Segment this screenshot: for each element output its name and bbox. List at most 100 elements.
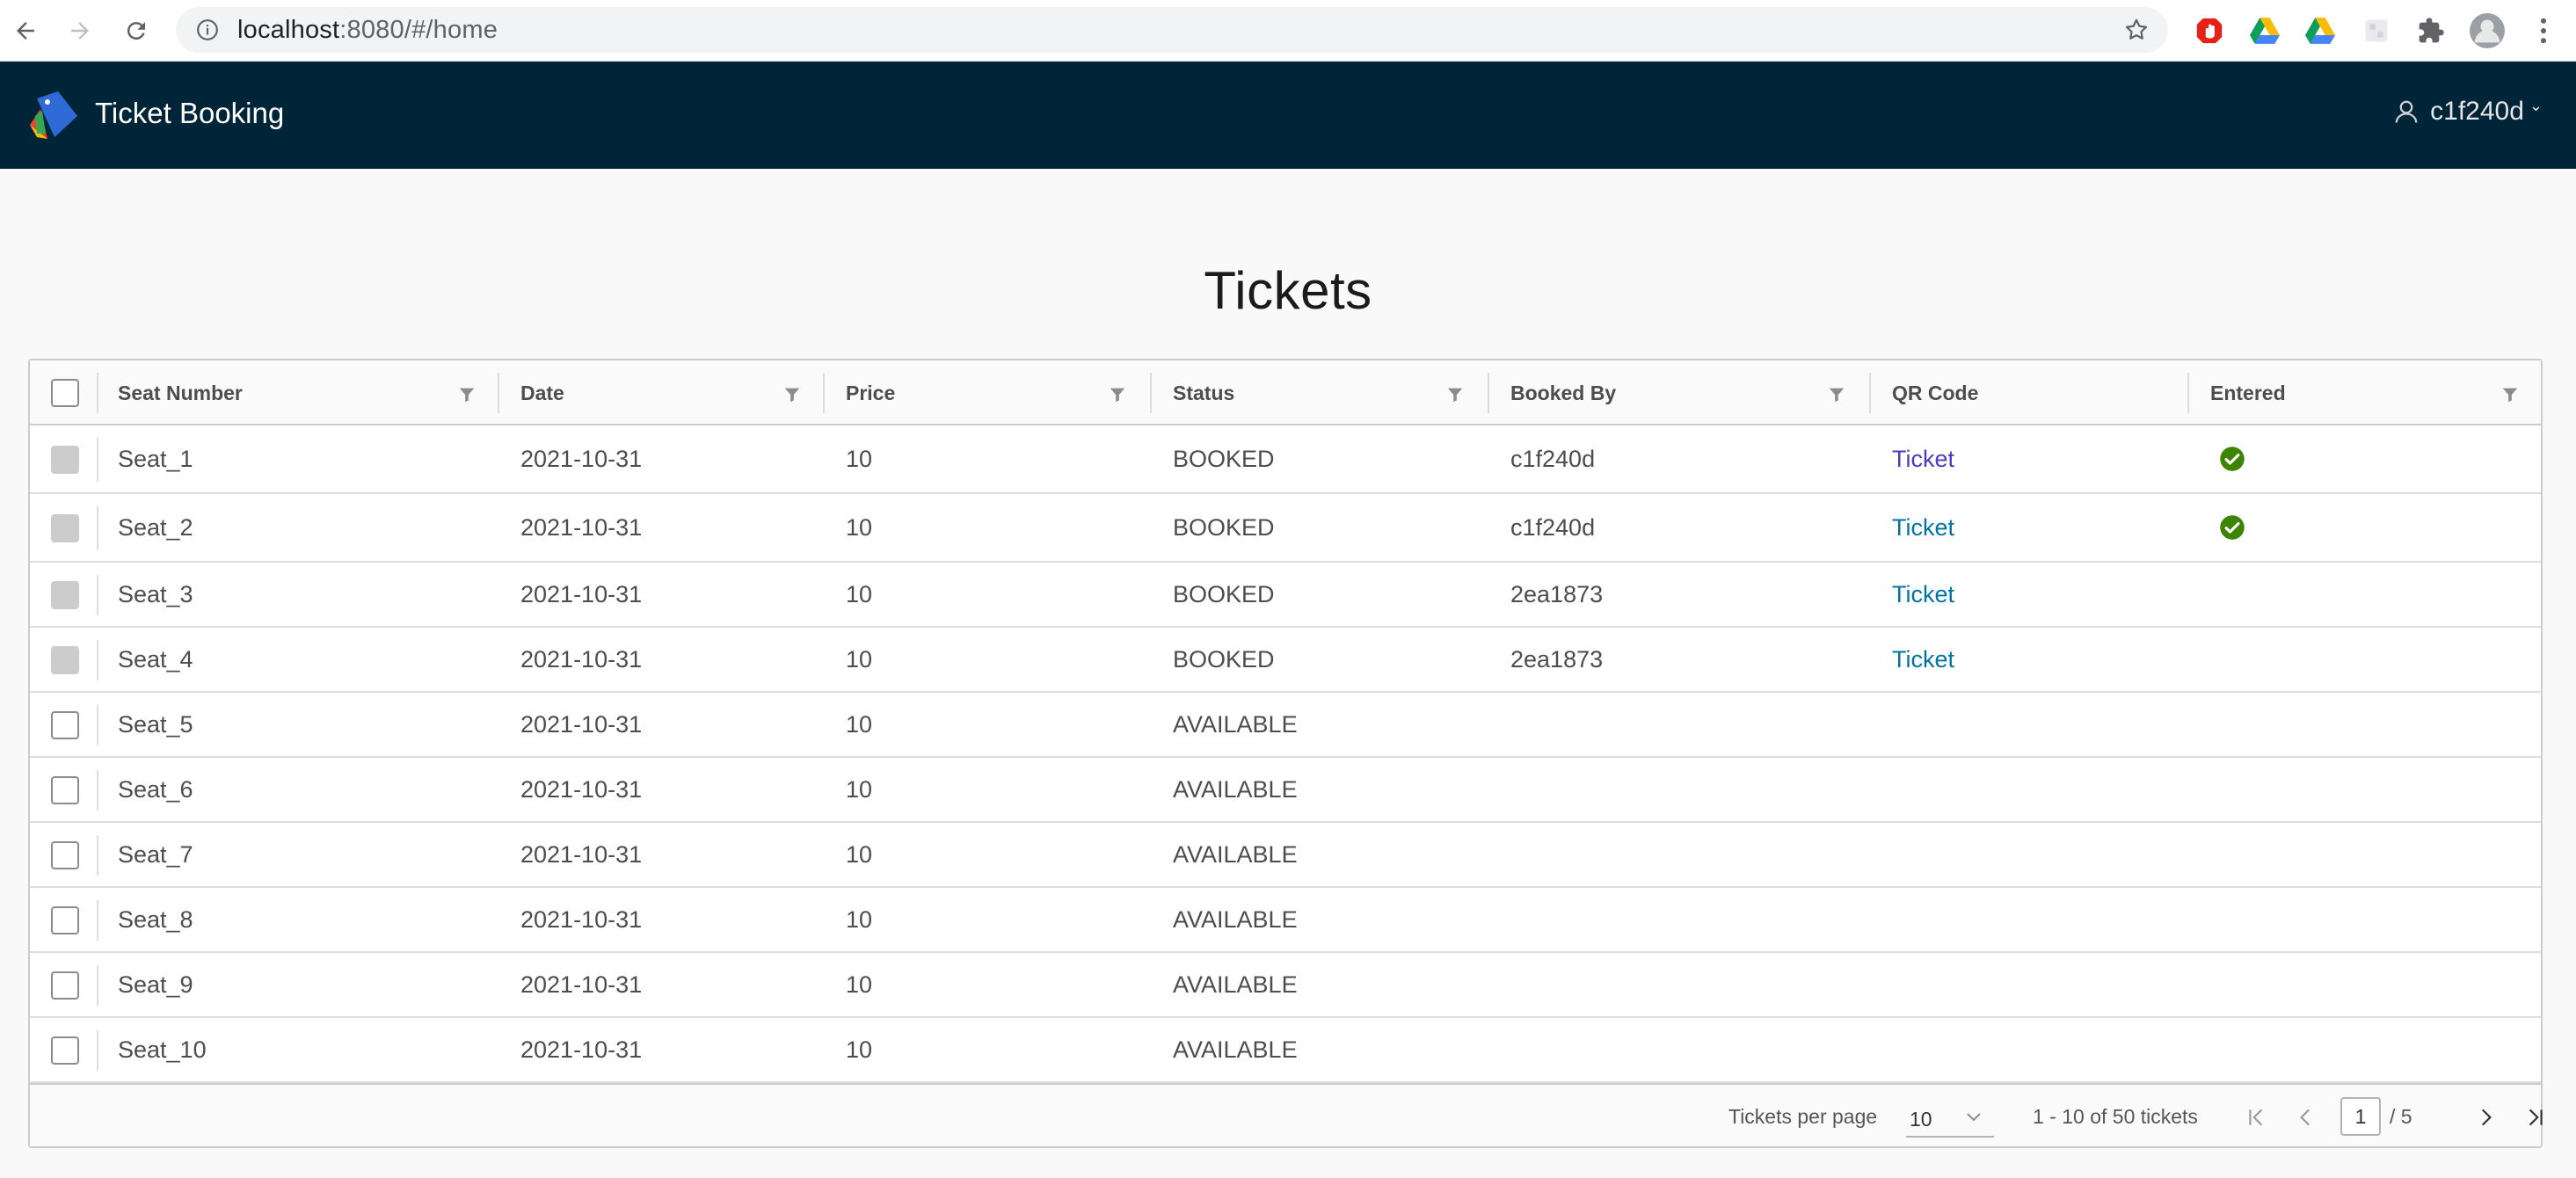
row-select-checkbox[interactable] xyxy=(51,1036,79,1065)
status-cell: BOOKED xyxy=(1173,645,1275,673)
seat-number-cell: Seat_4 xyxy=(118,645,193,673)
first-page-icon[interactable] xyxy=(2244,1104,2270,1131)
booked-by-cell: c1f240d xyxy=(1510,513,1596,541)
address-bar[interactable]: localhost:8080/#/home xyxy=(176,7,2168,53)
table-row: Seat_3 2021-10-31 10 BOOKED 2ea1873 Ticket xyxy=(30,563,2541,628)
seat-number-cell: Seat_8 xyxy=(118,905,193,933)
qr-code-link[interactable]: Ticket xyxy=(1892,628,1954,691)
row-select-checkbox xyxy=(51,646,79,674)
table-row: Seat_6 2021-10-31 10 AVAILABLE xyxy=(30,758,2541,823)
qr-code-link[interactable]: Ticket xyxy=(1892,494,1954,561)
total-pages: / 5 xyxy=(2390,1104,2412,1128)
filter-icon[interactable] xyxy=(1108,385,1127,404)
per-page-value: 10 xyxy=(1910,1107,1932,1131)
filter-icon[interactable] xyxy=(782,385,802,404)
forward-button[interactable] xyxy=(60,11,100,51)
current-page-input[interactable]: 1 xyxy=(2340,1097,2381,1136)
entered-check-icon xyxy=(2219,494,2245,561)
seat-number-cell: Seat_1 xyxy=(118,445,193,472)
date-cell: 2021-10-31 xyxy=(520,1036,643,1063)
filter-icon[interactable] xyxy=(1445,385,1465,404)
seat-number-cell: Seat_6 xyxy=(118,775,193,803)
adblock-extension-icon[interactable] xyxy=(2191,12,2228,49)
booked-by-cell: 2ea1873 xyxy=(1510,645,1604,673)
profile-avatar[interactable] xyxy=(2469,12,2506,49)
column-header-qr-code[interactable]: QR Code xyxy=(1892,360,1978,425)
price-cell: 10 xyxy=(846,971,873,998)
filter-icon[interactable] xyxy=(457,385,477,404)
table-row: Seat_9 2021-10-31 10 AVAILABLE xyxy=(30,953,2541,1018)
date-cell: 2021-10-31 xyxy=(520,710,643,738)
table-row: Seat_8 2021-10-31 10 AVAILABLE xyxy=(30,888,2541,953)
row-select-checkbox[interactable] xyxy=(51,776,79,804)
drive-extension-icon[interactable] xyxy=(2246,12,2283,49)
app-header: Ticket Booking c1f240d ⌄ xyxy=(0,62,2576,169)
reload-icon xyxy=(127,22,145,40)
status-cell: BOOKED xyxy=(1173,580,1275,607)
per-page-label: Tickets per page xyxy=(1728,1104,1878,1128)
qr-code-link[interactable]: Ticket xyxy=(1892,425,1954,492)
seat-number-cell: Seat_7 xyxy=(118,840,193,868)
booked-by-cell: 2ea1873 xyxy=(1510,580,1604,607)
row-select-checkbox[interactable] xyxy=(51,971,79,1000)
price-cell: 10 xyxy=(846,645,873,673)
price-cell: 10 xyxy=(846,840,873,868)
price-cell: 10 xyxy=(846,580,873,607)
drive-extension-icon-2[interactable] xyxy=(2302,12,2339,49)
datagrid-header: Seat Number Date Price Status Booked By … xyxy=(30,360,2541,425)
browser-menu-icon[interactable] xyxy=(2525,12,2562,49)
price-cell: 10 xyxy=(846,710,873,738)
status-cell: AVAILABLE xyxy=(1173,905,1298,933)
table-row: Seat_1 2021-10-31 10 BOOKED c1f240d Ticket xyxy=(30,425,2541,494)
tickets-datagrid: Seat Number Date Price Status Booked By … xyxy=(28,359,2543,1148)
site-info-icon[interactable] xyxy=(192,14,223,46)
forward-arrow-icon xyxy=(71,22,89,40)
column-header-seat-number[interactable]: Seat Number xyxy=(118,360,243,425)
next-page-icon[interactable] xyxy=(2472,1104,2499,1131)
extensions-puzzle-icon[interactable] xyxy=(2412,12,2449,49)
app-title[interactable]: Ticket Booking xyxy=(95,97,284,130)
pagination-range: 1 - 10 of 50 tickets xyxy=(2033,1104,2198,1128)
status-cell: BOOKED xyxy=(1173,445,1275,472)
chevron-down-icon: ⌄ xyxy=(2529,96,2543,114)
booked-by-cell: c1f240d xyxy=(1510,445,1596,472)
row-select-checkbox[interactable] xyxy=(51,906,79,934)
row-select-checkbox xyxy=(51,514,79,542)
filter-icon[interactable] xyxy=(2500,385,2520,404)
reload-button[interactable] xyxy=(116,11,156,51)
seat-number-cell: Seat_2 xyxy=(118,513,193,541)
column-header-price[interactable]: Price xyxy=(846,360,895,425)
row-select-checkbox xyxy=(51,581,79,609)
bookmark-star-icon[interactable] xyxy=(2121,14,2152,46)
status-cell: AVAILABLE xyxy=(1173,840,1298,868)
url-text[interactable]: localhost:8080/#/home xyxy=(237,16,498,45)
back-button[interactable] xyxy=(5,11,46,51)
url-path: :8080/#/home xyxy=(339,15,498,44)
date-cell: 2021-10-31 xyxy=(520,775,643,803)
row-select-checkbox[interactable] xyxy=(51,841,79,869)
date-cell: 2021-10-31 xyxy=(520,513,643,541)
user-menu[interactable]: c1f240d ⌄ xyxy=(2393,97,2543,127)
status-cell: AVAILABLE xyxy=(1173,971,1298,998)
select-all-checkbox[interactable] xyxy=(51,379,79,407)
table-row: Seat_2 2021-10-31 10 BOOKED c1f240d Ticket xyxy=(30,494,2541,563)
qr-code-link[interactable]: Ticket xyxy=(1892,563,1954,626)
previous-page-icon[interactable] xyxy=(2293,1104,2319,1131)
per-page-select[interactable]: 10 xyxy=(1906,1102,1994,1138)
grid-extension-icon[interactable] xyxy=(2358,12,2395,49)
status-cell: AVAILABLE xyxy=(1173,710,1298,738)
app-logo-icon[interactable] xyxy=(28,90,79,141)
seat-number-cell: Seat_10 xyxy=(118,1036,207,1063)
last-page-icon[interactable] xyxy=(2521,1104,2548,1131)
price-cell: 10 xyxy=(846,1036,873,1063)
status-cell: AVAILABLE xyxy=(1173,775,1298,803)
status-cell: BOOKED xyxy=(1173,513,1275,541)
row-select-checkbox[interactable] xyxy=(51,711,79,739)
column-header-date[interactable]: Date xyxy=(520,360,564,425)
column-header-booked-by[interactable]: Booked By xyxy=(1510,360,1616,425)
column-header-status[interactable]: Status xyxy=(1173,360,1234,425)
filter-icon[interactable] xyxy=(1827,385,1846,404)
table-row: Seat_4 2021-10-31 10 BOOKED 2ea1873 Ticket xyxy=(30,628,2541,693)
seat-number-cell: Seat_5 xyxy=(118,710,193,738)
column-header-entered[interactable]: Entered xyxy=(2210,360,2286,425)
